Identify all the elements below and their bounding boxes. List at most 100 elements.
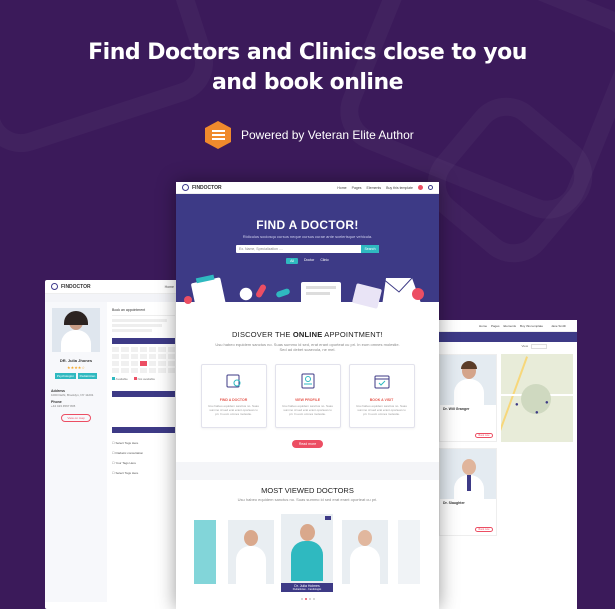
text-line (112, 329, 152, 332)
headline-line-2: and book online (211, 70, 404, 95)
main-logo-text: FINDOCTOR (192, 184, 222, 191)
doctor-photo (440, 355, 496, 405)
left-logo[interactable]: FINDOCTOR (51, 283, 91, 290)
doctor-thumb-featured[interactable]: Dr. Julia Holmes Pediatrician - Cardiolo… (281, 514, 333, 592)
checkbox-item[interactable]: ☐ Diabetic consultation (112, 451, 175, 455)
book-now-button[interactable]: Book now (475, 433, 493, 438)
carousel-dots[interactable] (176, 598, 439, 600)
main-mockup: FINDOCTOR Home Pages Elements Buy this t… (176, 182, 439, 609)
view-on-map-button[interactable]: View on map (61, 414, 91, 422)
right-nav-item[interactable]: Pages (491, 324, 500, 328)
feature-card-book-visit[interactable]: BOOK A VISIT Usu habeo equidem sanctus n… (348, 364, 415, 428)
user-icon[interactable] (418, 185, 423, 190)
card-title: FIND A DOCTOR (219, 398, 248, 402)
right-nav-item[interactable]: Buy this template (520, 324, 543, 328)
nav-buy-template[interactable]: Buy this template (386, 186, 413, 190)
powered-by-badge: Powered by Veteran Elite Author (205, 121, 414, 149)
search-bar: Ex. Name, Specialization .... Search (236, 245, 379, 253)
headline-line-1: Find Doctors and Clinics close to you (88, 40, 527, 65)
left-nav-home[interactable]: Home (165, 285, 174, 289)
doctor-thumb[interactable] (342, 520, 388, 584)
doctor-name: DR. Julia Jhones (59, 358, 93, 363)
doctor-thumb[interactable] (398, 520, 420, 584)
checkbox-item[interactable]: ☐ Select Tags Here (112, 471, 175, 475)
tag[interactable]: Psychologist (54, 373, 76, 379)
checkbox-item[interactable]: ☐ Your Tags Here (112, 461, 175, 465)
services-header (112, 427, 175, 433)
find-doctor-icon (226, 374, 240, 388)
radio-clinic[interactable]: Clinic (320, 258, 329, 264)
medical-illustration (184, 274, 424, 317)
map-pin-icon[interactable]: ● (515, 402, 519, 408)
text-line (112, 324, 162, 327)
right-nav-item[interactable]: Home (479, 324, 487, 328)
doctor-thumb[interactable] (194, 520, 216, 584)
most-viewed-title: MOST VIEWED DOCTORS (261, 486, 354, 495)
hero: FIND A DOCTOR! Ridiculus sociosqu cursus… (176, 194, 439, 317)
logo-icon (182, 184, 189, 191)
search-input[interactable]: Ex. Name, Specialization .... (236, 245, 361, 253)
feature-card-find-doctor[interactable]: FIND A DOCTOR Usu habeo equidem sanctus … (200, 364, 267, 428)
left-logo-text: FINDOCTOR (61, 283, 91, 290)
tab-book-appointment[interactable]: Book an appointment (112, 308, 175, 316)
view-label: View (521, 344, 528, 348)
tag[interactable]: Pediatrician (77, 373, 98, 379)
doctor-card-name: Dr. Slaughter (443, 501, 465, 505)
right-nav-item[interactable]: Elements (504, 324, 517, 328)
discover-section: DISCOVER THE ONLINE APPOINTMENT! Usu hab… (176, 302, 439, 450)
card-title: BOOK A VISIT (369, 398, 394, 402)
timeslot-header (112, 391, 175, 397)
doctor-card-name: Dr. Will Granger (443, 407, 470, 411)
search-button[interactable]: Search (361, 245, 379, 253)
logo-icon (51, 283, 58, 290)
legend-not-available: Not available (133, 377, 155, 381)
map[interactable]: ● ● ● (501, 354, 573, 442)
main-topbar: FINDOCTOR Home Pages Elements Buy this t… (176, 182, 439, 194)
discover-description: Usu habeo equidem sanctus no. Suas summo… (215, 342, 400, 352)
radio-doctor[interactable]: Doctor (304, 258, 314, 264)
text-line (112, 319, 167, 322)
nav-home[interactable]: Home (337, 186, 346, 190)
left-mockup: FINDOCTOR Home Home > Category > Page ac… (45, 280, 180, 609)
feature-card-view-profile[interactable]: VIEW PROFILE Usu habeo equidem sanctus n… (274, 364, 341, 428)
map-pin-icon[interactable]: ● (545, 400, 549, 406)
play-icon[interactable] (325, 516, 331, 520)
map-pin-icon[interactable]: ● (535, 410, 539, 416)
doctor-photo (440, 449, 496, 499)
calendar-grid[interactable] (112, 347, 175, 373)
read-more-button[interactable]: Read more (291, 440, 324, 448)
nav-pages[interactable]: Pages (352, 186, 362, 190)
book-visit-icon (374, 375, 389, 389)
doctor-thumb[interactable] (228, 520, 274, 584)
rating-stars: ★★★★☆ (67, 365, 85, 370)
phone-value: +44 423 4567 845 (51, 404, 76, 408)
doctor-photo (52, 308, 100, 352)
section-divider (176, 462, 439, 480)
calendar-header (112, 338, 175, 344)
card-title: VIEW PROFILE (294, 398, 321, 402)
view-dropdown[interactable] (531, 343, 547, 349)
card-desc: Usu habeo equidem sanctus no. Suas summo… (208, 404, 259, 416)
user-menu[interactable]: Jane Smith (551, 324, 566, 328)
card-desc: Usu habeo equidem sanctus no. Suas summo… (356, 404, 407, 416)
discover-title: DISCOVER THE ONLINE APPOINTMENT! (232, 330, 383, 339)
hero-subtitle: Ridiculus sociosqu cursus neque cursus c… (242, 234, 373, 239)
legend-available: Available (112, 377, 128, 381)
headline: Find Doctors and Clinics close to you an… (0, 38, 615, 98)
main-logo[interactable]: FINDOCTOR (182, 184, 222, 191)
book-now-button[interactable]: Book now (475, 527, 493, 532)
most-viewed-section: MOST VIEWED DOCTORS Usu habeo equidem sa… (176, 480, 439, 600)
nav-elements[interactable]: Elements (367, 186, 382, 190)
address-value: 1000 Delhi, Brooklyn, NY 11201 (51, 393, 94, 397)
doctor-card[interactable]: Dr. Will Granger Book now (439, 354, 497, 442)
search-filter: All Doctor Clinic (176, 258, 439, 264)
doctors-carousel[interactable]: Dr. Julia Holmes Pediatrician - Cardiolo… (176, 514, 439, 594)
envato-hex-icon (205, 121, 231, 149)
view-profile-icon (301, 373, 314, 389)
doctor-card[interactable]: Dr. Slaughter Book now (439, 448, 497, 536)
featured-doctor-caption: Dr. Julia Holmes Pediatrician - Cardiolo… (281, 583, 333, 592)
account-icon[interactable] (428, 185, 433, 190)
radio-all[interactable]: All (286, 258, 298, 264)
checkbox-item[interactable]: ☐ Select Tags Here (112, 441, 175, 445)
most-viewed-description: Usu habeo equidem sanctus no. Suas summo… (237, 497, 378, 502)
